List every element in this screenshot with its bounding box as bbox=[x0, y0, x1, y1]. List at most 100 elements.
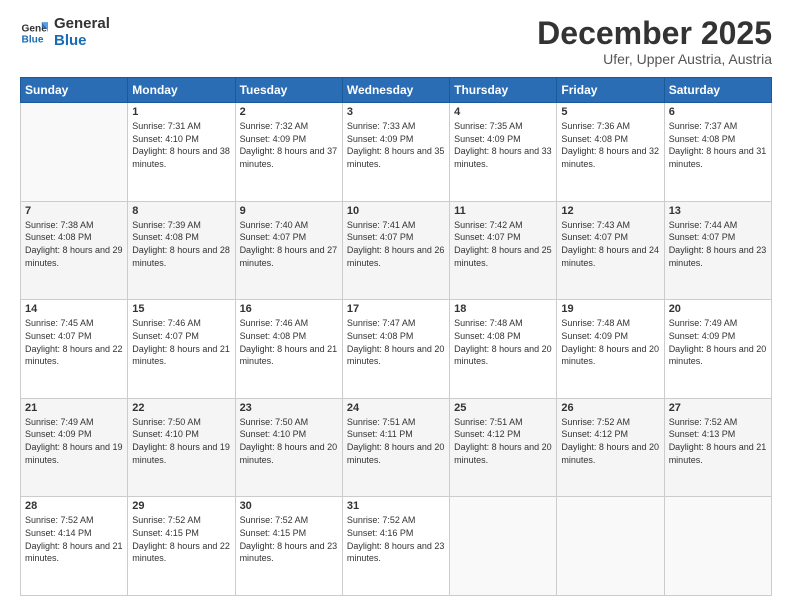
day-number: 8 bbox=[132, 205, 230, 217]
day-info: Sunrise: 7:31 AMSunset: 4:10 PMDaylight:… bbox=[132, 120, 230, 170]
logo-blue: Blue bbox=[54, 33, 110, 50]
calendar-cell: 20 Sunrise: 7:49 AMSunset: 4:09 PMDayligh… bbox=[664, 300, 771, 399]
calendar-cell: 10 Sunrise: 7:41 AMSunset: 4:07 PMDayligh… bbox=[342, 201, 449, 300]
day-number: 29 bbox=[132, 500, 230, 512]
logo-icon: General Blue bbox=[20, 19, 48, 47]
day-info: Sunrise: 7:46 AMSunset: 4:08 PMDaylight:… bbox=[240, 317, 338, 367]
day-number: 2 bbox=[240, 106, 338, 118]
day-number: 15 bbox=[132, 303, 230, 315]
calendar-cell: 2Sunrise: 7:32 AMSunset: 4:09 PMDaylight… bbox=[235, 103, 342, 202]
day-info: Sunrise: 7:52 AMSunset: 4:15 PMDaylight:… bbox=[240, 514, 338, 564]
logo-general: General bbox=[54, 16, 110, 33]
day-info: Sunrise: 7:51 AMSunset: 4:12 PMDaylight:… bbox=[454, 416, 552, 466]
day-info: Sunrise: 7:45 AMSunset: 4:07 PMDaylight:… bbox=[25, 317, 123, 367]
day-number: 27 bbox=[669, 402, 767, 414]
day-info: Sunrise: 7:52 AMSunset: 4:16 PMDaylight:… bbox=[347, 514, 445, 564]
title-section: December 2025 Ufer, Upper Austria, Austr… bbox=[537, 16, 772, 67]
location-subtitle: Ufer, Upper Austria, Austria bbox=[537, 51, 772, 67]
day-info: Sunrise: 7:52 AMSunset: 4:13 PMDaylight:… bbox=[669, 416, 767, 466]
day-number: 13 bbox=[669, 205, 767, 217]
day-number: 6 bbox=[669, 106, 767, 118]
day-info: Sunrise: 7:38 AMSunset: 4:08 PMDaylight:… bbox=[25, 219, 123, 269]
calendar-cell: 6 Sunrise: 7:37 AMSunset: 4:08 PMDaylight… bbox=[664, 103, 771, 202]
day-info: Sunrise: 7:49 AMSunset: 4:09 PMDaylight:… bbox=[669, 317, 767, 367]
day-info: Sunrise: 7:46 AMSunset: 4:07 PMDaylight:… bbox=[132, 317, 230, 367]
calendar-cell bbox=[21, 103, 128, 202]
weekday-header-thursday: Thursday bbox=[450, 78, 557, 103]
day-number: 31 bbox=[347, 500, 445, 512]
calendar-cell: 18 Sunrise: 7:48 AMSunset: 4:08 PMDayligh… bbox=[450, 300, 557, 399]
day-number: 17 bbox=[347, 303, 445, 315]
calendar-cell: 1 Sunrise: 7:31 AMSunset: 4:10 PMDaylight… bbox=[128, 103, 235, 202]
calendar-cell: 29 Sunrise: 7:52 AMSunset: 4:15 PMDayligh… bbox=[128, 497, 235, 596]
day-info: Sunrise: 7:37 AMSunset: 4:08 PMDaylight:… bbox=[669, 120, 767, 170]
calendar-cell: 22 Sunrise: 7:50 AMSunset: 4:10 PMDayligh… bbox=[128, 398, 235, 497]
calendar-cell: 30Sunrise: 7:52 AMSunset: 4:15 PMDayligh… bbox=[235, 497, 342, 596]
day-number: 18 bbox=[454, 303, 552, 315]
calendar-cell: 15 Sunrise: 7:46 AMSunset: 4:07 PMDayligh… bbox=[128, 300, 235, 399]
day-info: Sunrise: 7:41 AMSunset: 4:07 PMDaylight:… bbox=[347, 219, 445, 269]
weekday-header-saturday: Saturday bbox=[664, 78, 771, 103]
day-info: Sunrise: 7:35 AMSunset: 4:09 PMDaylight:… bbox=[454, 120, 552, 170]
day-number: 1 bbox=[132, 106, 230, 118]
day-number: 11 bbox=[454, 205, 552, 217]
day-number: 16 bbox=[240, 303, 338, 315]
day-number: 26 bbox=[561, 402, 659, 414]
calendar-cell: 24 Sunrise: 7:51 AMSunset: 4:11 PMDayligh… bbox=[342, 398, 449, 497]
calendar-cell: 31 Sunrise: 7:52 AMSunset: 4:16 PMDayligh… bbox=[342, 497, 449, 596]
calendar-cell: 9Sunrise: 7:40 AMSunset: 4:07 PMDaylight… bbox=[235, 201, 342, 300]
day-info: Sunrise: 7:52 AMSunset: 4:15 PMDaylight:… bbox=[132, 514, 230, 564]
calendar-cell: 26 Sunrise: 7:52 AMSunset: 4:12 PMDayligh… bbox=[557, 398, 664, 497]
day-number: 20 bbox=[669, 303, 767, 315]
day-info: Sunrise: 7:52 AMSunset: 4:12 PMDaylight:… bbox=[561, 416, 659, 466]
calendar-cell: 25 Sunrise: 7:51 AMSunset: 4:12 PMDayligh… bbox=[450, 398, 557, 497]
day-number: 24 bbox=[347, 402, 445, 414]
calendar-cell: 8Sunrise: 7:39 AMSunset: 4:08 PMDaylight… bbox=[128, 201, 235, 300]
day-number: 19 bbox=[561, 303, 659, 315]
day-info: Sunrise: 7:50 AMSunset: 4:10 PMDaylight:… bbox=[240, 416, 338, 466]
calendar-cell bbox=[450, 497, 557, 596]
svg-text:Blue: Blue bbox=[22, 34, 44, 45]
day-info: Sunrise: 7:50 AMSunset: 4:10 PMDaylight:… bbox=[132, 416, 230, 466]
calendar-cell bbox=[664, 497, 771, 596]
day-info: Sunrise: 7:44 AMSunset: 4:07 PMDaylight:… bbox=[669, 219, 767, 269]
calendar-cell: 12Sunrise: 7:43 AMSunset: 4:07 PMDayligh… bbox=[557, 201, 664, 300]
calendar-cell: 11 Sunrise: 7:42 AMSunset: 4:07 PMDayligh… bbox=[450, 201, 557, 300]
day-number: 25 bbox=[454, 402, 552, 414]
calendar-cell: 16 Sunrise: 7:46 AMSunset: 4:08 PMDayligh… bbox=[235, 300, 342, 399]
calendar-cell: 19 Sunrise: 7:48 AMSunset: 4:09 PMDayligh… bbox=[557, 300, 664, 399]
calendar-cell: 13 Sunrise: 7:44 AMSunset: 4:07 PMDayligh… bbox=[664, 201, 771, 300]
day-info: Sunrise: 7:33 AMSunset: 4:09 PMDaylight:… bbox=[347, 120, 445, 170]
day-number: 7 bbox=[25, 205, 123, 217]
day-number: 10 bbox=[347, 205, 445, 217]
day-info: Sunrise: 7:52 AMSunset: 4:14 PMDaylight:… bbox=[25, 514, 123, 564]
day-number: 4 bbox=[454, 106, 552, 118]
day-number: 9 bbox=[240, 205, 338, 217]
calendar-cell: 17 Sunrise: 7:47 AMSunset: 4:08 PMDayligh… bbox=[342, 300, 449, 399]
calendar-cell: 27 Sunrise: 7:52 AMSunset: 4:13 PMDayligh… bbox=[664, 398, 771, 497]
page: General Blue General Blue December 2025 … bbox=[0, 0, 792, 612]
day-number: 22 bbox=[132, 402, 230, 414]
calendar-cell: 3 Sunrise: 7:33 AMSunset: 4:09 PMDaylight… bbox=[342, 103, 449, 202]
day-number: 23 bbox=[240, 402, 338, 414]
weekday-header-sunday: Sunday bbox=[21, 78, 128, 103]
day-info: Sunrise: 7:47 AMSunset: 4:08 PMDaylight:… bbox=[347, 317, 445, 367]
calendar-cell: 23 Sunrise: 7:50 AMSunset: 4:10 PMDayligh… bbox=[235, 398, 342, 497]
weekday-header-monday: Monday bbox=[128, 78, 235, 103]
day-info: Sunrise: 7:42 AMSunset: 4:07 PMDaylight:… bbox=[454, 219, 552, 269]
calendar-cell: 4 Sunrise: 7:35 AMSunset: 4:09 PMDaylight… bbox=[450, 103, 557, 202]
calendar-cell: 7 Sunrise: 7:38 AMSunset: 4:08 PMDaylight… bbox=[21, 201, 128, 300]
day-number: 21 bbox=[25, 402, 123, 414]
day-info: Sunrise: 7:51 AMSunset: 4:11 PMDaylight:… bbox=[347, 416, 445, 466]
month-title: December 2025 bbox=[537, 16, 772, 51]
day-info: Sunrise: 7:49 AMSunset: 4:09 PMDaylight:… bbox=[25, 416, 123, 466]
day-info: Sunrise: 7:48 AMSunset: 4:08 PMDaylight:… bbox=[454, 317, 552, 367]
calendar-table: SundayMondayTuesdayWednesdayThursdayFrid… bbox=[20, 77, 772, 596]
day-info: Sunrise: 7:43 AMSunset: 4:07 PMDaylight:… bbox=[561, 219, 659, 269]
day-info: Sunrise: 7:48 AMSunset: 4:09 PMDaylight:… bbox=[561, 317, 659, 367]
logo: General Blue General Blue bbox=[20, 16, 110, 49]
day-number: 14 bbox=[25, 303, 123, 315]
calendar-cell: 5Sunrise: 7:36 AMSunset: 4:08 PMDaylight… bbox=[557, 103, 664, 202]
day-number: 3 bbox=[347, 106, 445, 118]
weekday-header-tuesday: Tuesday bbox=[235, 78, 342, 103]
